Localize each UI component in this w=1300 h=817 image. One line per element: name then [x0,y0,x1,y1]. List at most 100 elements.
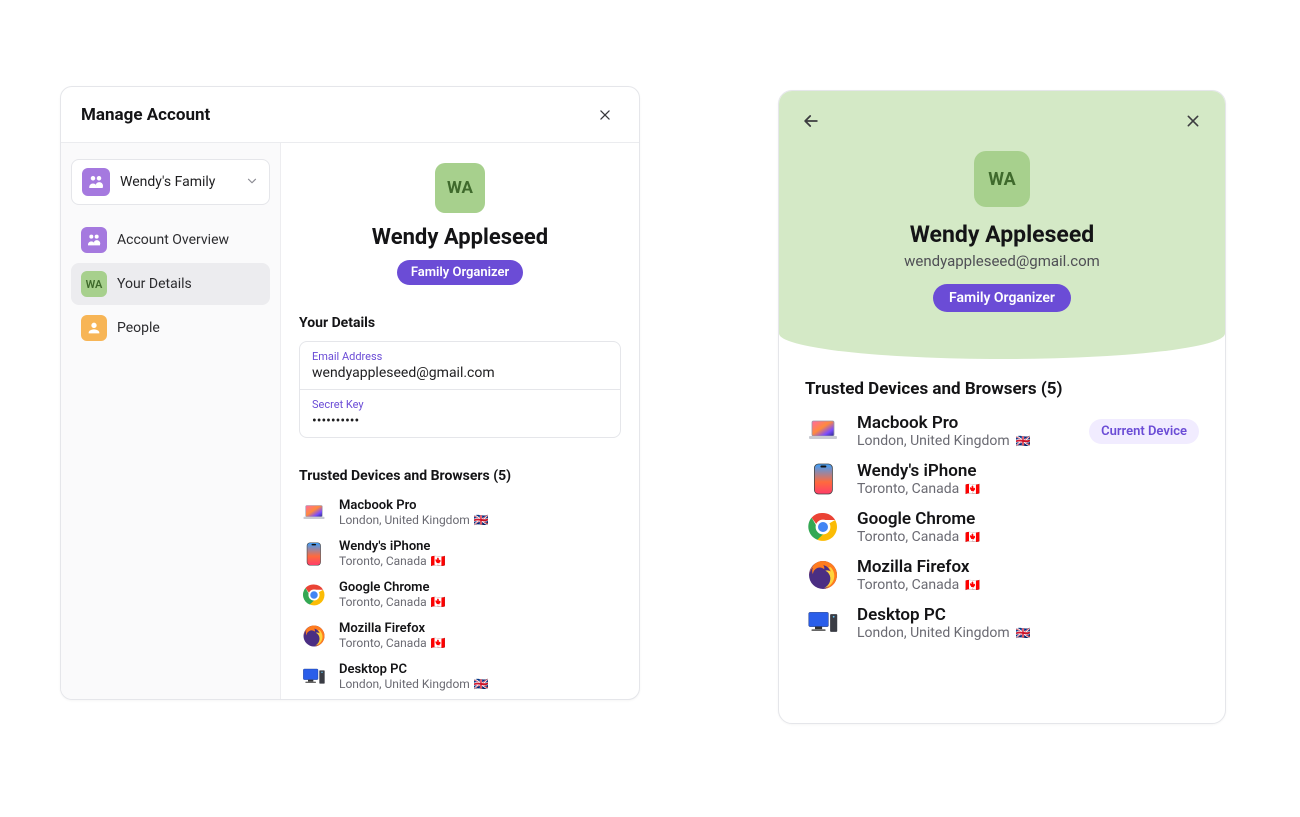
device-location: Toronto, Canada 🇨🇦 [857,577,980,593]
devices-section-title: Trusted Devices and Browsers (5) [299,468,621,484]
account-overview-icon [81,227,107,253]
device-row[interactable]: Google Chrome Toronto, Canada 🇨🇦 [805,509,1199,545]
pc-icon [301,664,327,690]
panel-title: Manage Account [81,105,210,125]
flag-icon: 🇬🇧 [474,513,489,527]
flag-icon: 🇬🇧 [474,677,489,691]
family-icon [82,168,110,196]
chrome-icon [301,582,327,608]
flag-icon: 🇨🇦 [965,578,980,592]
device-row[interactable]: Desktop PC London, United Kingdom 🇬🇧 [805,605,1199,641]
flag-icon: 🇨🇦 [431,636,446,650]
flag-icon: 🇨🇦 [965,530,980,544]
device-location: Toronto, Canada 🇨🇦 [857,481,980,497]
close-button[interactable] [1179,107,1207,135]
phone-icon [301,541,327,567]
email-field[interactable]: Email Address wendyappleseed@gmail.com [300,342,620,389]
device-details-panel: WA Wendy Appleseed wendyappleseed@gmail.… [778,90,1226,724]
user-initials-icon: WA [81,271,107,297]
your-details-title: Your Details [299,315,621,331]
details-field-group: Email Address wendyappleseed@gmail.com S… [299,341,621,438]
mobile-body: Trusted Devices and Browsers (5) Macbook… [779,359,1225,661]
flag-icon: 🇨🇦 [431,554,446,568]
profile-name: Wendy Appleseed [910,221,1094,248]
field-value: wendyappleseed@gmail.com [312,365,608,381]
sidebar-nav: Account Overview WA Your Details People [71,219,270,349]
device-name: Wendy's iPhone [339,539,446,554]
field-label: Secret Key [312,398,608,411]
sidebar-item-your-details[interactable]: WA Your Details [71,263,270,305]
device-location: Toronto, Canada 🇨🇦 [339,595,446,609]
arrow-left-icon [801,111,821,131]
device-name: Mozilla Firefox [857,557,980,577]
close-icon [598,108,612,122]
devices-section-title: Trusted Devices and Browsers (5) [805,379,1199,399]
device-name: Google Chrome [857,509,980,529]
hero-area: WA Wendy Appleseed wendyappleseed@gmail.… [779,91,1225,359]
device-name: Wendy's iPhone [857,461,980,481]
chevron-down-icon [245,173,259,192]
device-row[interactable]: Mozilla Firefox Toronto, Canada 🇨🇦 [805,557,1199,593]
profile-email: wendyappleseed@gmail.com [904,252,1100,270]
mobile-header [779,105,1225,135]
sidebar-item-account-overview[interactable]: Account Overview [71,219,270,261]
device-row[interactable]: Wendy's iPhone Toronto, Canada 🇨🇦 [299,535,621,572]
profile-header: WA Wendy Appleseed Family Organizer [299,159,621,285]
pc-icon [805,605,841,641]
laptop-icon [805,413,841,449]
device-row[interactable]: Google Chrome Toronto, Canada 🇨🇦 [299,576,621,613]
sidebar-item-people[interactable]: People [71,307,270,349]
flag-icon: 🇨🇦 [431,595,446,609]
devices-list: Macbook Pro London, United Kingdom 🇬🇧 Cu… [805,413,1199,641]
device-name: Google Chrome [339,580,446,595]
firefox-icon [805,557,841,593]
firefox-icon [301,623,327,649]
sidebar-item-label: Account Overview [117,232,229,248]
main-content: WA Wendy Appleseed Family Organizer Your… [281,143,639,699]
device-name: Mozilla Firefox [339,621,446,636]
device-location: Toronto, Canada 🇨🇦 [339,554,446,568]
laptop-icon [301,500,327,526]
avatar: WA [435,163,485,213]
device-name: Desktop PC [339,662,489,677]
chrome-icon [805,509,841,545]
device-location: London, United Kingdom 🇬🇧 [339,513,489,527]
family-selector-label: Wendy's Family [120,174,215,190]
device-location: London, United Kingdom 🇬🇧 [857,625,1031,641]
flag-icon: 🇨🇦 [965,482,980,496]
people-icon [81,315,107,341]
role-badge: Family Organizer [397,260,523,285]
device-location: London, United Kingdom 🇬🇧 [857,433,1031,449]
device-name: Macbook Pro [857,413,1031,433]
sidebar-item-label: Your Details [117,276,192,292]
device-row[interactable]: Desktop PC London, United Kingdom 🇬🇧 [299,658,621,695]
profile-header: WA Wendy Appleseed wendyappleseed@gmail.… [779,135,1225,312]
device-row[interactable]: Macbook Pro London, United Kingdom 🇬🇧 [299,494,621,531]
close-button[interactable] [591,101,619,129]
field-label: Email Address [312,350,608,363]
family-selector[interactable]: Wendy's Family [71,159,270,205]
device-location: Toronto, Canada 🇨🇦 [339,636,446,650]
field-value: •••••••••• [312,413,608,429]
flag-icon: 🇬🇧 [1016,626,1031,640]
secret-key-field[interactable]: Secret Key •••••••••• [300,389,620,437]
device-row[interactable]: Mozilla Firefox Toronto, Canada 🇨🇦 [299,617,621,654]
close-icon [1185,113,1201,129]
role-badge: Family Organizer [933,284,1071,312]
sidebar: Wendy's Family Account Overview WA Your … [61,143,281,699]
device-name: Desktop PC [857,605,1031,625]
panel-header: Manage Account [61,87,639,143]
devices-list: Macbook Pro London, United Kingdom 🇬🇧 We… [299,494,621,695]
avatar: WA [974,151,1030,207]
device-row[interactable]: Macbook Pro London, United Kingdom 🇬🇧 Cu… [805,413,1199,449]
current-device-badge: Current Device [1089,419,1199,444]
device-location: London, United Kingdom 🇬🇧 [339,677,489,691]
device-location: Toronto, Canada 🇨🇦 [857,529,980,545]
profile-name: Wendy Appleseed [372,225,548,250]
device-row[interactable]: Wendy's iPhone Toronto, Canada 🇨🇦 [805,461,1199,497]
flag-icon: 🇬🇧 [1016,434,1031,448]
sidebar-item-label: People [117,320,160,336]
back-button[interactable] [797,107,825,135]
device-name: Macbook Pro [339,498,489,513]
phone-icon [805,461,841,497]
